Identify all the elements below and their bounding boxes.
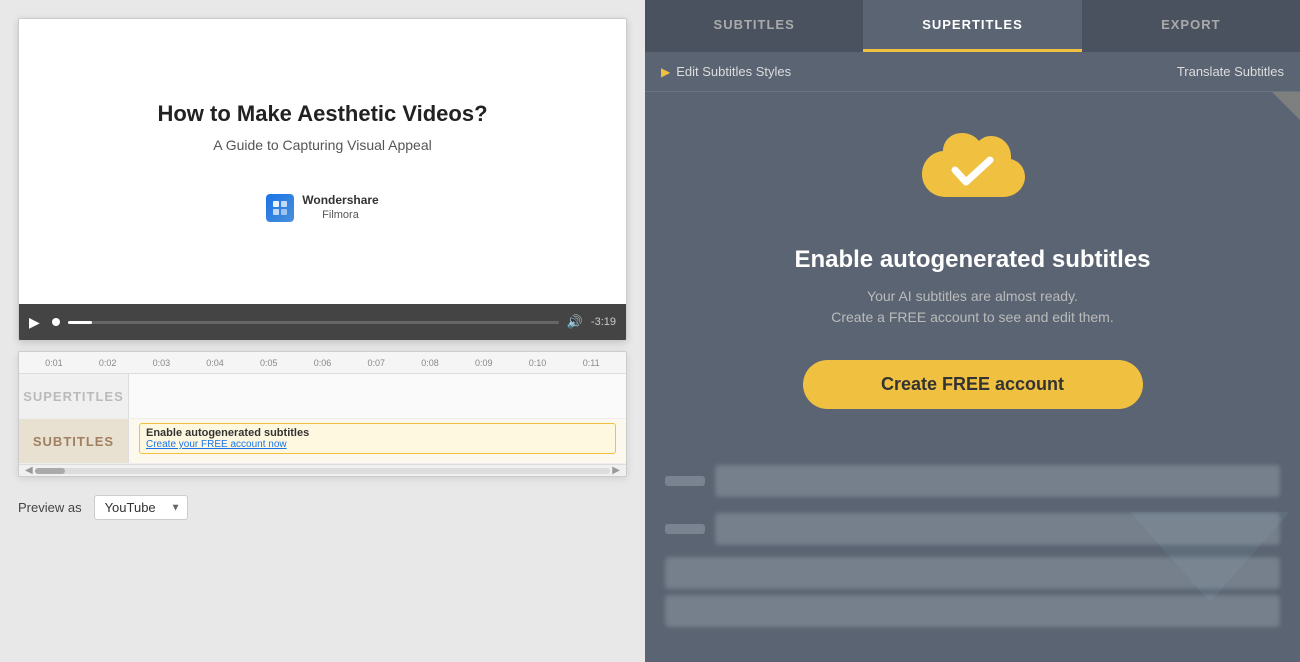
- chevron-right-icon: ▶: [661, 65, 670, 79]
- preview-select-wrapper[interactable]: YouTube TikTok Instagram Twitter ▼: [94, 495, 188, 520]
- video-title: How to Make Aesthetic Videos?: [157, 100, 487, 129]
- blurred-label-2: [665, 524, 705, 534]
- ruler-mark: 0:01: [27, 358, 81, 368]
- subtitles-label: SUBTITLES: [19, 419, 129, 463]
- sub-nav: ▶ Edit Subtitles Styles Translate Subtit…: [645, 52, 1300, 92]
- blurred-input-1: [715, 465, 1280, 497]
- preview-label: Preview as: [18, 500, 82, 515]
- blurred-input-3: [665, 557, 1280, 589]
- ruler-mark: 0:07: [349, 358, 403, 368]
- ruler-mark: 0:08: [403, 358, 457, 368]
- scroll-left-arrow[interactable]: ◀: [23, 465, 35, 476]
- subtitle-block-title: Enable autogenerated subtitles: [146, 427, 609, 439]
- ruler-mark: 0:02: [81, 358, 135, 368]
- ruler-mark: 0:09: [457, 358, 511, 368]
- tab-supertitles[interactable]: SUPERTITLES: [863, 0, 1081, 52]
- timeline-ruler: 0:01 0:02 0:03 0:04 0:05 0:06 0:07 0:08 …: [19, 352, 626, 374]
- video-container: How to Make Aesthetic Videos? A Guide to…: [18, 18, 627, 341]
- time-display: -3:19: [591, 316, 616, 328]
- preview-select[interactable]: YouTube TikTok Instagram Twitter: [94, 495, 188, 520]
- subtitles-content: Enable autogenerated subtitles Create yo…: [129, 419, 626, 463]
- create-account-button[interactable]: Create FREE account: [803, 360, 1143, 409]
- blurred-label-1: [665, 476, 705, 486]
- play-button[interactable]: ▶: [29, 314, 40, 331]
- ruler-mark: 0:05: [242, 358, 296, 368]
- volume-icon[interactable]: 🔊: [567, 314, 583, 330]
- translate-subtitles-link[interactable]: Translate Subtitles: [1177, 64, 1284, 79]
- edit-subtitles-styles-link[interactable]: ▶ Edit Subtitles Styles: [661, 64, 791, 79]
- tab-subtitles[interactable]: SUBTITLES: [645, 0, 863, 52]
- supertitles-label: SUPERTITLES: [19, 374, 129, 418]
- blurred-form-section: [645, 459, 1300, 627]
- ruler-mark: 0:10: [511, 358, 565, 368]
- scrollbar-thumb: [35, 468, 65, 474]
- tabs-bar: SUBTITLES SUPERTITLES EXPORT: [645, 0, 1300, 52]
- supertitles-content: [129, 374, 626, 418]
- preview-row: Preview as YouTube TikTok Instagram Twit…: [18, 495, 627, 520]
- video-screen: How to Make Aesthetic Videos? A Guide to…: [19, 19, 626, 304]
- video-subtitle: A Guide to Capturing Visual Appeal: [213, 137, 431, 153]
- blurred-input-2: [715, 513, 1280, 545]
- tab-export[interactable]: EXPORT: [1082, 0, 1300, 52]
- timeline-container: 0:01 0:02 0:03 0:04 0:05 0:06 0:07 0:08 …: [18, 351, 627, 477]
- subtitles-track: SUBTITLES Enable autogenerated subtitles…: [19, 419, 626, 464]
- left-panel: How to Make Aesthetic Videos? A Guide to…: [0, 0, 645, 662]
- scrollbar-track[interactable]: [35, 468, 611, 474]
- enable-title: Enable autogenerated subtitles: [794, 246, 1150, 274]
- enable-desc: Your AI subtitles are almost ready. Crea…: [831, 286, 1114, 328]
- subtitle-block[interactable]: Enable autogenerated subtitles Create yo…: [139, 423, 616, 454]
- progress-fill: [68, 321, 93, 324]
- ruler-mark: 0:11: [564, 358, 618, 368]
- right-panel: SUBTITLES SUPERTITLES EXPORT ▶ Edit Subt…: [645, 0, 1300, 662]
- supertitles-track: SUPERTITLES: [19, 374, 626, 419]
- filmora-icon: [266, 194, 294, 222]
- ruler-mark: 0:06: [296, 358, 350, 368]
- progress-dot: [52, 318, 60, 326]
- timeline-scrollbar: ◀ ▶: [19, 464, 626, 476]
- video-controls: ▶ 🔊 -3:19: [19, 304, 626, 340]
- blurred-input-4: [665, 595, 1280, 627]
- scroll-right-arrow[interactable]: ▶: [610, 465, 622, 476]
- progress-bar[interactable]: [68, 321, 559, 324]
- subtitle-block-link[interactable]: Create your FREE account now: [146, 439, 609, 450]
- cloud-check-icon: [918, 132, 1028, 222]
- blurred-row-2: [645, 507, 1300, 551]
- ruler-marks: 0:01 0:02 0:03 0:04 0:05 0:06 0:07 0:08 …: [27, 358, 618, 368]
- timeline-tracks: SUPERTITLES SUBTITLES Enable autogenerat…: [19, 374, 626, 464]
- ruler-mark: 0:04: [188, 358, 242, 368]
- right-content: Enable autogenerated subtitles Your AI s…: [645, 92, 1300, 459]
- filmora-brand-text: Wondershare Filmora: [302, 193, 378, 223]
- ruler-mark: 0:03: [134, 358, 188, 368]
- blurred-row-1: [645, 459, 1300, 503]
- filmora-logo: Wondershare Filmora: [266, 193, 378, 223]
